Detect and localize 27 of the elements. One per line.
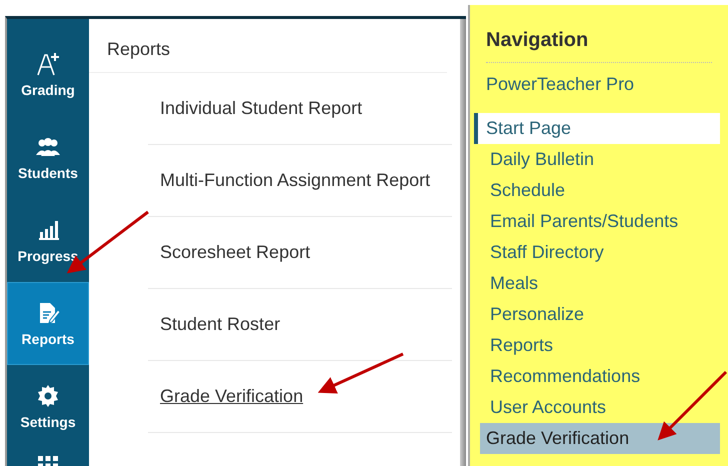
nav-link[interactable]: Daily Bulletin <box>474 144 720 175</box>
nav-link[interactable]: Recommendations <box>474 361 720 392</box>
settings-icon <box>36 384 60 408</box>
app-link[interactable]: PowerTeacher Pro <box>486 74 720 95</box>
sidebar-item[interactable]: Progress <box>7 199 89 282</box>
sidebar-item[interactable]: Students <box>7 116 89 199</box>
nav-link[interactable]: Personalize <box>474 299 720 330</box>
nav-link[interactable]: Meals <box>474 268 720 299</box>
nav-link[interactable]: Grade Verification <box>480 423 720 454</box>
nav-link[interactable]: Schedule <box>474 175 720 206</box>
sidebar-item[interactable]: Settings <box>7 365 89 448</box>
navigation-heading: Navigation <box>486 29 712 63</box>
grade-icon <box>36 52 60 76</box>
sidebar-item[interactable]: Grading <box>7 33 89 116</box>
nav-link[interactable]: Staff Directory <box>474 237 720 268</box>
nav-link[interactable]: Start Page <box>474 113 720 144</box>
nav-link[interactable]: Reports <box>474 330 720 361</box>
arrow-annotation <box>658 370 728 440</box>
report-link[interactable]: Scoresheet Report <box>160 242 310 263</box>
report-link[interactable]: Multi-Function Assignment Report <box>160 170 430 191</box>
nav-link[interactable]: Email Parents/Students <box>474 206 720 237</box>
report-link[interactable]: Grade Verification <box>160 386 304 407</box>
report-link[interactable]: Individual Student Report <box>160 98 362 119</box>
panel-title: Reports <box>89 19 447 73</box>
nav-link[interactable]: User Accounts <box>474 392 720 423</box>
sidebar-item[interactable]: Reports <box>7 282 89 365</box>
report-link[interactable]: Student Roster <box>160 314 280 335</box>
